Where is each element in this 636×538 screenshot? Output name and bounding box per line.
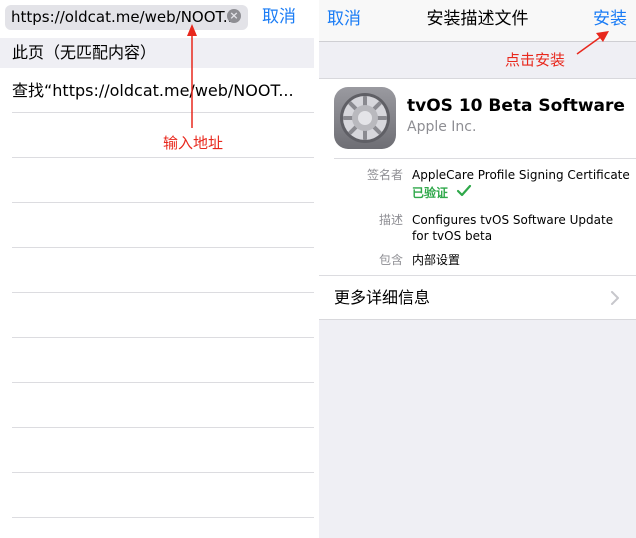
signed-by-label: 签名者 bbox=[319, 167, 403, 183]
row-divider bbox=[12, 247, 314, 248]
annotation-enter-address: 输入地址 bbox=[163, 132, 223, 153]
row-divider bbox=[12, 382, 314, 383]
card-divider bbox=[319, 275, 636, 276]
row-divider bbox=[12, 202, 314, 203]
safari-pane: https://oldcat.me/web/NOOT... × 取消 此页（无匹… bbox=[0, 0, 314, 538]
description-value: Configures tvOS Software Update for tvOS… bbox=[412, 212, 630, 244]
contains-value: 内部设置 bbox=[412, 252, 630, 268]
install-profile-pane: 取消 安装描述文件 安装 点击安装 bbox=[319, 0, 636, 538]
gear-icon bbox=[334, 87, 396, 149]
row-divider bbox=[12, 292, 314, 293]
card-divider bbox=[334, 158, 636, 159]
more-details-row[interactable]: 更多详细信息 bbox=[334, 287, 430, 309]
row-divider bbox=[12, 337, 314, 338]
profile-developer: Apple Inc. bbox=[407, 117, 476, 137]
profile-name: tvOS 10 Beta Software Pr... bbox=[407, 95, 629, 117]
checkmark-icon bbox=[456, 184, 472, 198]
profile-card: tvOS 10 Beta Software Pr... Apple Inc. 签… bbox=[319, 78, 636, 320]
verified-status: 已验证 bbox=[412, 185, 448, 201]
description-label: 描述 bbox=[319, 212, 403, 228]
row-divider bbox=[12, 517, 314, 518]
row-divider bbox=[12, 472, 314, 473]
contains-label: 包含 bbox=[319, 252, 403, 268]
annotation-arrow-icon bbox=[0, 0, 314, 160]
row-divider bbox=[12, 427, 314, 428]
signed-by-value: AppleCare Profile Signing Certificate bbox=[412, 167, 630, 183]
annotation-arrow-icon bbox=[319, 0, 636, 80]
annotation-tap-install: 点击安装 bbox=[505, 49, 565, 70]
chevron-right-icon bbox=[610, 291, 620, 305]
